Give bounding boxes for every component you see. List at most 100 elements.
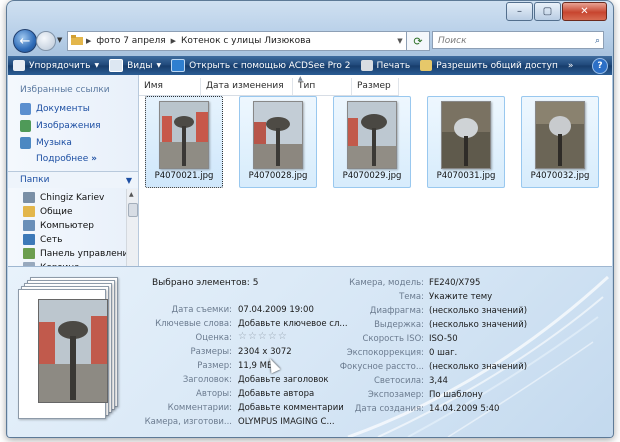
- detail-label: Комментарии:: [167, 403, 232, 413]
- file-name: P4070021.jpg: [154, 171, 214, 181]
- breadcrumb-item[interactable]: фото 7 апреля: [92, 36, 169, 46]
- breadcrumb-item[interactable]: Котенок с улицы Лизюкова: [177, 36, 315, 46]
- favorite-link-label: Изображения: [36, 121, 101, 131]
- printer-icon: [360, 60, 373, 71]
- detail-label: Авторы:: [196, 389, 232, 399]
- chevron-up-icon: ▼: [125, 176, 132, 185]
- photo-thumbnail: [441, 101, 491, 169]
- network-icon: [23, 234, 35, 245]
- photo-thumbnail: [253, 101, 303, 169]
- command-bar: Упорядочить ▼ Виды ▼ Открыть с помощью ACD…: [8, 56, 612, 75]
- file-tile[interactable]: P4070032.jpg: [521, 96, 599, 188]
- detail-label: Выдержка:: [374, 320, 424, 330]
- music-icon: [20, 137, 31, 149]
- detail-label: Заголовок:: [182, 375, 232, 385]
- forward-button[interactable]: [36, 31, 56, 51]
- detail-label: Фокусное рассто...: [339, 362, 424, 372]
- minimize-button[interactable]: –: [506, 2, 533, 21]
- open-with-label: Открыть с помощью ACDSee Pro 2: [189, 60, 351, 71]
- detail-label: Дата съемки:: [171, 305, 232, 315]
- views-label: Виды: [127, 60, 153, 71]
- detail-label: Светосила:: [373, 376, 424, 386]
- details-pane: Выбрано элементов: 5 Дата съемки: 07.04.…: [8, 266, 612, 437]
- column-headers: ▲ Имя Дата изменения Тип Размер: [139, 75, 399, 96]
- tree-item-computer[interactable]: Компьютер: [23, 220, 94, 231]
- tree-item-control-panel[interactable]: Панель управления: [23, 248, 134, 259]
- detail-label: Размер:: [197, 361, 232, 371]
- history-dropdown-icon[interactable]: ▼: [57, 36, 62, 44]
- rating-stars-icon[interactable]: ☆☆☆☆☆: [238, 331, 288, 342]
- refresh-button[interactable]: ⟳: [406, 31, 430, 51]
- photo-thumbnail: [347, 101, 397, 169]
- detail-label: Скорость ISO:: [362, 334, 424, 344]
- folder-icon: [23, 206, 35, 217]
- favorite-link-music[interactable]: Музыка: [20, 137, 72, 149]
- tree-item-user[interactable]: Chingiz Kariev: [23, 192, 104, 203]
- share-label: Разрешить общий доступ: [436, 60, 558, 71]
- file-tile[interactable]: P4070031.jpg: [427, 96, 505, 188]
- views-icon: [109, 59, 124, 72]
- detail-value: По шаблону: [429, 390, 483, 400]
- column-header-size[interactable]: Размер: [352, 78, 399, 95]
- title-bar[interactable]: – ▢ ✕: [7, 1, 613, 25]
- organize-button[interactable]: Упорядочить ▼: [8, 56, 104, 75]
- detail-label: Камера, модель:: [349, 278, 424, 288]
- tree-scrollbar[interactable]: ▲: [126, 189, 138, 266]
- breadcrumb-separator-icon[interactable]: ▶: [170, 37, 177, 45]
- file-tile[interactable]: P4070029.jpg: [333, 96, 411, 188]
- file-tile[interactable]: P4070028.jpg: [239, 96, 317, 188]
- detail-value: OLYMPUS IMAGING C...: [238, 417, 335, 427]
- address-bar[interactable]: ▶ фото 7 апреля ▶ Котенок с улицы Лизюко…: [67, 31, 407, 51]
- scrollbar-thumb[interactable]: [128, 203, 138, 217]
- back-button[interactable]: ←: [13, 29, 37, 53]
- views-button[interactable]: Виды ▼: [104, 56, 166, 75]
- file-tile[interactable]: P4070021.jpg: [145, 96, 223, 188]
- favorite-link-label: Музыка: [36, 138, 72, 148]
- close-button[interactable]: ✕: [562, 2, 607, 21]
- detail-value[interactable]: Добавьте заголовок: [238, 375, 329, 385]
- detail-label: Оценка:: [195, 333, 232, 343]
- computer-icon: [23, 220, 35, 231]
- open-with-button[interactable]: Открыть с помощью ACDSee Pro 2: [166, 56, 355, 75]
- breadcrumb-separator-icon[interactable]: ▶: [85, 37, 92, 45]
- detail-label: Ключевые слова:: [155, 319, 232, 329]
- print-button[interactable]: Печать: [356, 56, 416, 75]
- photo-thumbnail: [535, 101, 585, 169]
- toolbar-overflow-button[interactable]: »: [563, 56, 579, 75]
- detail-label: Диафрагма:: [369, 306, 424, 316]
- detail-value: ISO-50: [429, 334, 458, 344]
- detail-value: FE240/X795: [429, 278, 481, 288]
- more-links[interactable]: Подробнее »: [36, 154, 97, 164]
- folders-header[interactable]: Папки ▼: [8, 171, 138, 188]
- detail-value[interactable]: Укажите тему: [429, 292, 492, 302]
- tree-item-network[interactable]: Сеть: [23, 234, 62, 245]
- address-dropdown-icon[interactable]: ▼: [394, 37, 406, 45]
- column-header-date[interactable]: Дата изменения: [201, 78, 293, 95]
- tree-item-label: Панель управления: [40, 248, 134, 259]
- detail-value[interactable]: Добавьте автора: [238, 389, 314, 399]
- detail-value: 14.04.2009 5:40: [429, 404, 500, 414]
- scroll-up-icon[interactable]: ▲: [129, 191, 134, 198]
- favorite-link-pictures[interactable]: Изображения: [20, 120, 101, 132]
- detail-value: (несколько значений): [429, 320, 528, 330]
- search-input[interactable]: Поиск ⌕: [432, 31, 604, 49]
- more-links-label: Подробнее: [36, 154, 89, 164]
- maximize-button[interactable]: ▢: [534, 2, 561, 21]
- tree-item-public[interactable]: Общие: [23, 206, 73, 217]
- detail-value[interactable]: 07.04.2009 19:00: [238, 305, 314, 315]
- detail-value: 3,44: [429, 376, 448, 386]
- tree-item-label: Общие: [40, 206, 73, 217]
- detail-value: (несколько значений): [429, 362, 528, 372]
- selected-count: Выбрано элементов: 5: [152, 278, 259, 288]
- help-icon[interactable]: ?: [592, 57, 608, 74]
- detail-label: Размеры:: [190, 347, 232, 357]
- search-icon[interactable]: ⌕: [595, 32, 600, 50]
- favorite-link-documents[interactable]: Документы: [20, 103, 90, 115]
- share-button[interactable]: Разрешить общий доступ: [415, 56, 563, 75]
- detail-label: Тема:: [399, 292, 424, 302]
- favorite-link-label: Документы: [36, 104, 90, 114]
- file-name: P4070029.jpg: [342, 171, 402, 181]
- preview-photo: [38, 299, 108, 403]
- organize-icon: [13, 60, 25, 71]
- column-header-name[interactable]: Имя: [139, 78, 201, 95]
